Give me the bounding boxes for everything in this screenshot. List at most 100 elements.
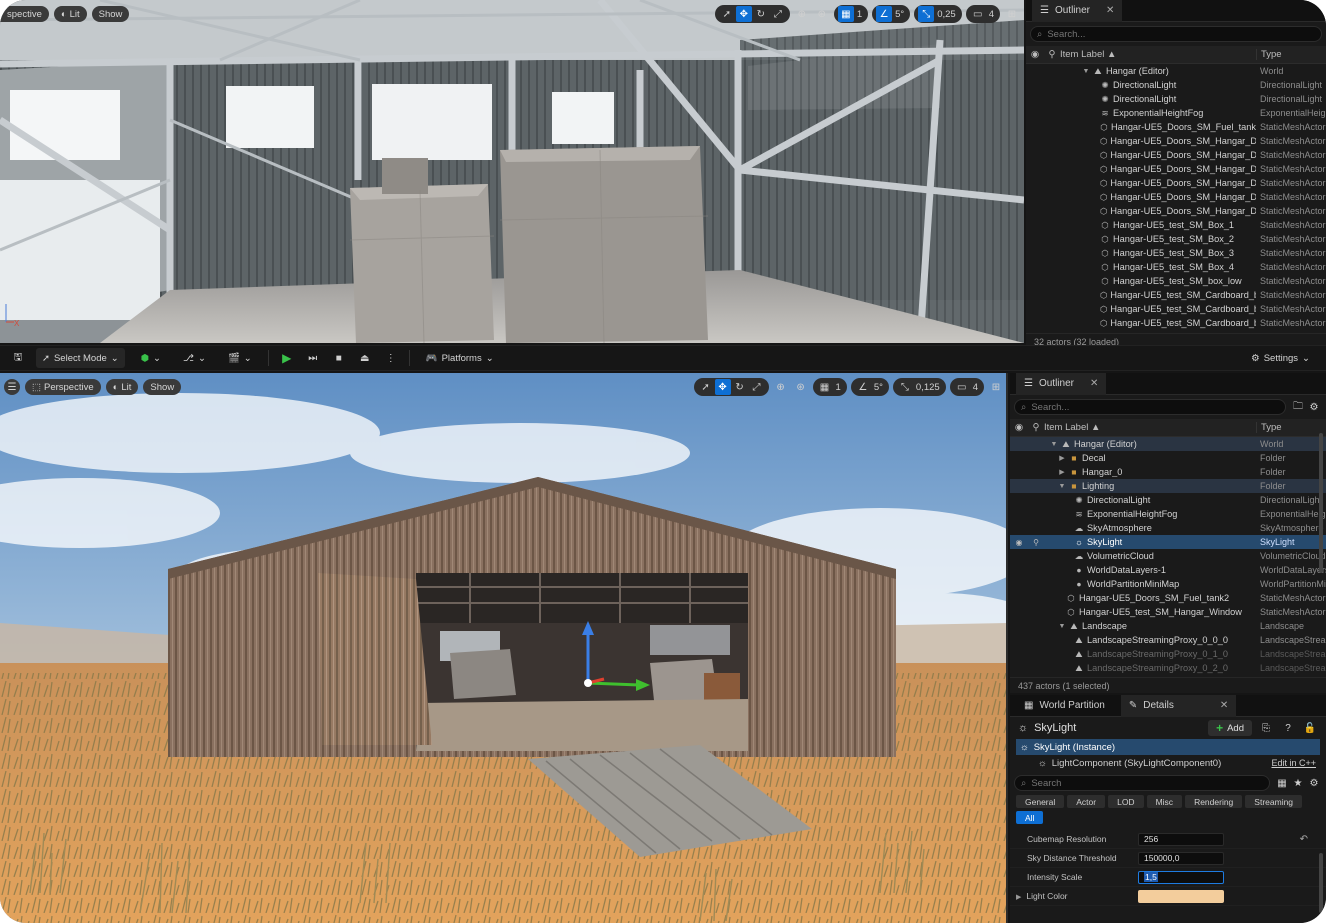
reset-icon[interactable]: ↶ (1300, 834, 1308, 845)
visibility-icon[interactable]: ◉ (1010, 538, 1028, 547)
pin-icon[interactable]: ⚲ (1028, 422, 1044, 433)
viewport-mode-button[interactable]: spective (0, 6, 49, 22)
scale-snap[interactable]: ⤡ 0,125 (892, 378, 946, 396)
outliner-search-input[interactable] (1047, 28, 1315, 40)
rotate-icon[interactable]: ↻ (753, 6, 769, 22)
filter-rendering[interactable]: Rendering (1185, 795, 1243, 808)
select-icon[interactable]: ➚ (698, 379, 714, 395)
filter-all[interactable]: All (1016, 811, 1044, 824)
angle-snap[interactable]: ∠ 5° (872, 5, 911, 23)
outliner-row[interactable]: ▼ ⛰ Hangar (Editor) World (1026, 64, 1326, 78)
outliner-row[interactable]: ▶ ■ Hangar_0 Folder (1010, 465, 1326, 479)
add-content-button[interactable]: ⬢ ⌄ (135, 348, 167, 368)
pin-icon[interactable]: ⚲ (1044, 49, 1060, 60)
column-type[interactable]: Type (1256, 49, 1326, 60)
select-icon[interactable]: ➚ (719, 6, 735, 22)
column-item-label[interactable]: Item Label ▲ (1044, 422, 1256, 433)
outliner-row[interactable]: ⬡ Hangar-UE5_Doors_SM_Hangar_Doo StaticMes… (1026, 148, 1326, 162)
gear-icon[interactable]: ⚙ (1306, 775, 1322, 791)
filter-streaming[interactable]: Streaming (1245, 795, 1303, 808)
visibility-icon[interactable]: ◉ (1026, 49, 1044, 60)
outliner-row[interactable]: ⬡ Hangar-UE5_Doors_SM_Fuel_tank2 StaticMes… (1010, 591, 1326, 605)
expand-icon[interactable]: ▶ (1016, 894, 1021, 901)
details-scrollbar[interactable] (1319, 853, 1323, 913)
outliner-row[interactable]: ▼ ■ Lighting Folder (1010, 479, 1326, 493)
filter-actor[interactable]: Actor (1067, 795, 1106, 808)
world-space-icon[interactable]: ⊕ (773, 379, 789, 395)
settings-button[interactable]: ⚙ Settings ⌄ (1245, 348, 1316, 368)
angle-snap[interactable]: ∠ 5° (850, 378, 889, 396)
close-icon[interactable]: ✕ (1090, 378, 1098, 389)
close-icon[interactable]: ✕ (1106, 5, 1114, 16)
outliner-row[interactable]: ⬡ Hangar-UE5_Doors_SM_Hangar_Doo StaticMes… (1026, 204, 1326, 218)
outliner-row[interactable]: ⬡ Hangar-UE5_test_SM_Box_1 StaticMeshActor (1026, 218, 1326, 232)
outliner-row[interactable]: ✺ DirectionalLight DirectionalLight (1026, 92, 1326, 106)
expand-icon[interactable]: ▼ (1058, 483, 1066, 490)
outliner-row[interactable]: ● WorldDataLayers-1 WorldDataLayers (1010, 563, 1326, 577)
outliner-row[interactable]: ⛰ LandscapeStreamingProxy_0_1_0 LandscapeS… (1010, 647, 1326, 661)
top-viewport[interactable]: X spective ◐ Lit Show ➚ ✥ ↻ ⤢ ⊕ ⊛ ▦ 1 ∠ 5° … (0, 0, 1024, 343)
light-color-swatch[interactable] (1138, 889, 1224, 903)
lock-icon[interactable]: 🔓 (1302, 720, 1318, 736)
expand-icon[interactable]: ▼ (1058, 623, 1066, 630)
outliner-row[interactable]: ▼ ⛰ Hangar (Editor) World (1010, 437, 1326, 451)
outliner-scrollbar[interactable] (1319, 433, 1323, 573)
actor-name[interactable]: SkyLight (1034, 722, 1076, 734)
expand-icon[interactable]: ▶ (1058, 454, 1066, 462)
eject-icon[interactable]: ⏏ (357, 350, 373, 366)
outliner-row[interactable]: ⬡ Hangar-UE5_test_SM_Hangar_Window StaticM… (1010, 605, 1326, 619)
platforms-button[interactable]: 🎮 Platforms ⌄ (420, 348, 500, 368)
show-button[interactable]: Show (91, 6, 130, 22)
sky-distance-input[interactable]: 150000,0 (1138, 851, 1224, 865)
scale-snap[interactable]: ⤡ 0,25 (914, 5, 962, 23)
outliner-row[interactable]: ⬡ Hangar-UE5_test_SM_Box_4 StaticMeshActor (1026, 260, 1326, 274)
perspective-button[interactable]: ⬚ Perspective (25, 379, 101, 395)
outliner-row[interactable]: ✺ DirectionalLight DirectionalLight (1026, 78, 1326, 92)
pin-icon[interactable]: ⚲ (1028, 538, 1044, 547)
more-options-icon[interactable]: ⋮ (383, 350, 399, 366)
viewport-layout-icon[interactable]: ⊞ (988, 379, 1004, 395)
surface-snap-icon[interactable]: ⊛ (793, 379, 809, 395)
outliner-row[interactable]: ⛰ LandscapeStreamingProxy_0_0_0 LandscapeS… (1010, 633, 1326, 647)
tab-outliner[interactable]: ☰ Outliner ✕ (1032, 0, 1123, 22)
rotate-icon[interactable]: ↻ (732, 379, 748, 395)
outliner-row[interactable]: ⬡ Hangar-UE5_Doors_SM_Hangar_Doo StaticMes… (1026, 162, 1326, 176)
help-icon[interactable]: ? (1280, 720, 1296, 736)
visibility-icon[interactable]: ◉ (1010, 422, 1028, 433)
outliner-row[interactable]: ⬡ Hangar-UE5_test_SM_box_low StaticMeshAct… (1026, 274, 1326, 288)
close-icon[interactable]: ✕ (1220, 700, 1228, 711)
show-button[interactable]: Show (143, 379, 182, 395)
outliner-row[interactable]: ▶ ■ Decal Folder (1010, 451, 1326, 465)
play-icon[interactable]: ▶ (279, 350, 295, 366)
outliner-row[interactable]: ⬡ Hangar-UE5_Doors_SM_Hangar_Doo StaticMes… (1026, 176, 1326, 190)
surface-snap-icon[interactable]: ⊛ (814, 6, 830, 22)
filter-misc[interactable]: Misc (1146, 795, 1183, 808)
outliner-row[interactable]: ⛰ LandscapeStreamingProxy_0_2_0 LandscapeS… (1010, 661, 1326, 675)
stop-icon[interactable]: ■ (331, 350, 347, 366)
camera-speed[interactable]: ▭ 4 (965, 5, 1000, 23)
outliner-row[interactable]: ⬡ Hangar-UE5_test_SM_Cardboard_box StaticM… (1026, 316, 1326, 330)
intensity-scale-input[interactable]: 1,5 (1138, 870, 1224, 884)
main-viewport[interactable]: ☰ ⬚ Perspective ◐ Lit Show ➚ ✥ ↻ ⤢ ⊕ ⊛ ▦ 1 … (0, 373, 1008, 923)
lit-button[interactable]: ◐ Lit (105, 379, 139, 395)
step-icon[interactable]: ⏭ (305, 350, 321, 366)
blueprint-icon[interactable]: ⎘ (1258, 720, 1274, 736)
expand-icon[interactable]: ▶ (1058, 468, 1066, 476)
outliner-row[interactable]: ☁ VolumetricCloud VolumetricCloud (1010, 549, 1326, 563)
outliner-row[interactable]: ⬡ Hangar-UE5_test_SM_Cardboard_box StaticM… (1026, 288, 1326, 302)
favorite-icon[interactable]: ★ (1290, 775, 1306, 791)
column-type[interactable]: Type (1256, 422, 1326, 433)
outliner-row[interactable]: ● WorldPartitionMiniMap WorldPartitionMini… (1010, 577, 1326, 591)
outliner-row[interactable]: ▼ ⛰ Landscape Landscape (1010, 619, 1326, 633)
save-icon[interactable]: 🖫 (10, 350, 26, 366)
outliner-row[interactable]: ⬡ Hangar-UE5_Doors_SM_Fuel_tank StaticMesh… (1026, 120, 1326, 134)
outliner-row[interactable]: ⬡ Hangar-UE5_test_SM_Cardboard_box StaticM… (1026, 302, 1326, 316)
component-instance-row[interactable]: ☼ SkyLight (Instance) (1016, 739, 1320, 755)
cinematics-button[interactable]: 🎬 ⌄ (222, 348, 258, 368)
outliner-row[interactable]: ⬡ Hangar-UE5_test_SM_Box_3 StaticMeshActor (1026, 246, 1326, 260)
tab-outliner[interactable]: ☰ Outliner ✕ (1016, 373, 1107, 395)
add-component-button[interactable]: + Add (1208, 720, 1252, 736)
expand-icon[interactable]: ▼ (1050, 441, 1058, 448)
gear-icon[interactable]: ⚙ (1306, 399, 1322, 415)
grid-snap[interactable]: ▦ 1 (833, 5, 869, 23)
